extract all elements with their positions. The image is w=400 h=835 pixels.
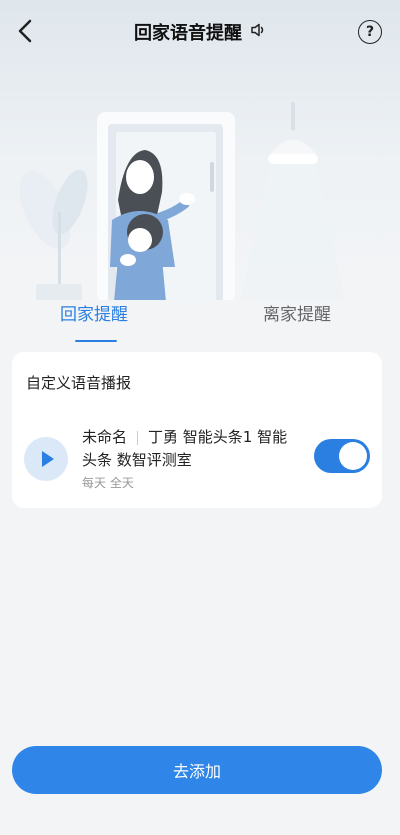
play-button[interactable] — [24, 437, 68, 481]
door-family-illustration — [19, 102, 345, 300]
tab-away-reminder[interactable]: 离家提醒 — [263, 300, 331, 325]
help-button[interactable]: ? — [358, 20, 382, 44]
broadcast-item-text[interactable]: 未命名 丁勇 智能头条1 智能头条 数智评测室 — [82, 426, 302, 472]
speaker-icon[interactable] — [250, 22, 266, 42]
add-button[interactable]: 去添加 — [12, 746, 382, 794]
divider — [137, 430, 139, 445]
tab-bar: 回家提醒 离家提醒 — [0, 300, 400, 350]
hero-illustration-area: 回家语音提醒 ? — [0, 0, 400, 300]
tab-home-reminder[interactable]: 回家提醒 — [60, 300, 128, 325]
voice-broadcast-card: 自定义语音播报 未命名 丁勇 智能头条1 智能头条 数智评测室 每天 全天 — [12, 352, 382, 508]
enable-toggle[interactable] — [314, 439, 370, 473]
active-tab-indicator — [75, 340, 117, 342]
page-title: 回家语音提醒 — [133, 23, 242, 44]
broadcast-item-schedule: 每天 全天 — [82, 476, 134, 490]
toggle-knob — [339, 442, 367, 470]
question-mark-icon: ? — [365, 24, 375, 40]
play-icon — [42, 451, 54, 467]
title-container: 回家语音提醒 — [0, 19, 400, 45]
top-bar: 回家语音提醒 ? — [0, 0, 400, 62]
card-title: 自定义语音播报 — [26, 374, 132, 392]
broadcast-item-name: 未命名 — [82, 428, 128, 446]
